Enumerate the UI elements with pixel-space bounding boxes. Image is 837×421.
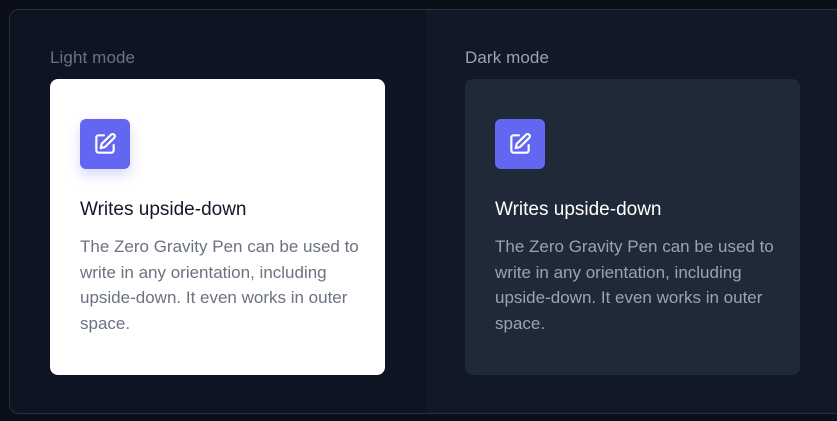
dark-mode-panel: Dark mode Writes upside-down The Zero Gr… [426, 10, 837, 413]
feature-card-light: Writes upside-down The Zero Gravity Pen … [50, 79, 385, 375]
card-description: The Zero Gravity Pen can be used to writ… [495, 237, 774, 333]
preview-frame: Light mode Writes upside-down The Zero G… [9, 9, 837, 414]
card-description: The Zero Gravity Pen can be used to writ… [80, 237, 359, 333]
card-title: Writes upside-down [80, 199, 247, 220]
pencil-square-icon [495, 119, 545, 169]
feature-card-dark: Writes upside-down The Zero Gravity Pen … [465, 79, 800, 375]
dark-mode-label: Dark mode [465, 48, 550, 67]
pencil-square-icon [80, 119, 130, 169]
light-mode-label: Light mode [50, 48, 136, 67]
card-title: Writes upside-down [495, 199, 662, 220]
light-mode-panel: Light mode Writes upside-down The Zero G… [10, 10, 426, 413]
